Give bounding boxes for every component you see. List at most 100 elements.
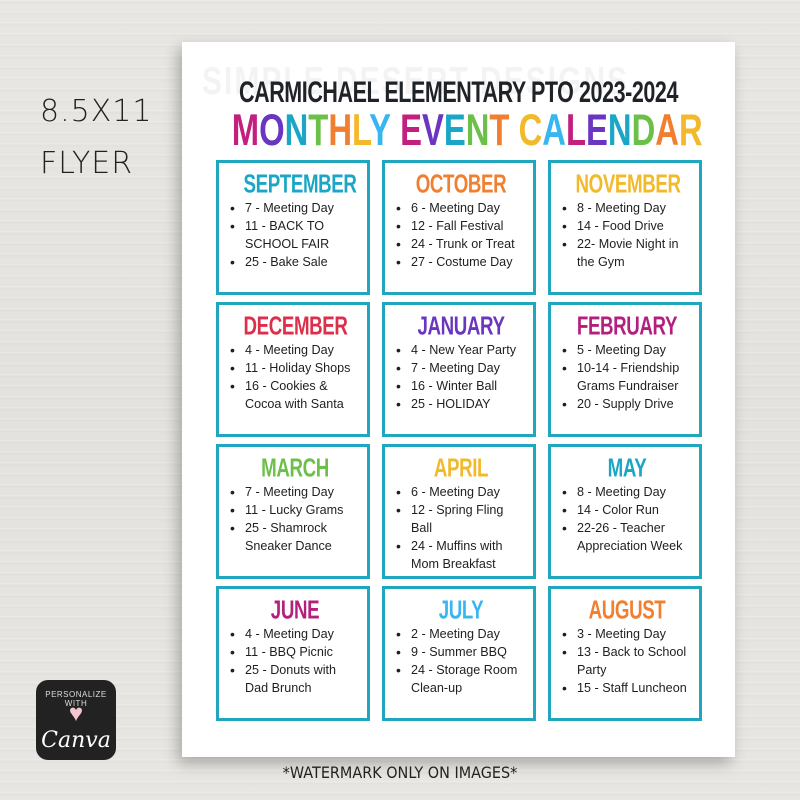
event-item: 4 - New Year Party xyxy=(395,341,527,359)
event-item: 11 - BACK TO SCHOOL FAIR xyxy=(229,217,361,253)
event-item: 27 - Costume Day xyxy=(395,253,527,271)
event-item: 14 - Color Run xyxy=(561,501,693,519)
event-item: 16 - Winter Ball xyxy=(395,377,527,395)
event-item: 3 - Meeting Day xyxy=(561,625,693,643)
event-item: 14 - Food Drive xyxy=(561,217,693,235)
canva-badge: PERSONALIZE WITH ♥ Canva xyxy=(36,680,116,760)
event-list: 7 - Meeting Day11 - Lucky Grams25 - Sham… xyxy=(229,483,361,555)
event-item: 12 - Fall Festival xyxy=(395,217,527,235)
event-item: 5 - Meeting Day xyxy=(561,341,693,359)
event-item: 13 - Back to School Party xyxy=(561,643,693,679)
title-letter: O xyxy=(259,106,285,156)
event-item: 7 - Meeting Day xyxy=(229,483,361,501)
event-list: 6 - Meeting Day12 - Spring Fling Ball24 … xyxy=(395,483,527,573)
month-name: NOVEMBER xyxy=(575,169,681,200)
title-letter: N xyxy=(284,106,309,156)
event-item: 22-26 - Teacher Appreciation Week xyxy=(561,519,693,555)
month-grid: SEPTEMBER7 - Meeting Day11 - BACK TO SCH… xyxy=(216,160,702,721)
title-letter: Y xyxy=(369,106,391,156)
title-letter: A xyxy=(542,106,566,156)
month-name: FEBRUARY xyxy=(576,311,678,342)
month-name: MARCH xyxy=(261,453,329,484)
flyer-title: MONTHLY EVENT CALENDAR xyxy=(231,106,703,156)
month-box-november: NOVEMBER8 - Meeting Day14 - Food Drive22… xyxy=(548,160,702,295)
title-letter: N xyxy=(607,106,632,156)
month-box-july: JULY2 - Meeting Day9 - Summer BBQ24 - St… xyxy=(382,586,536,721)
calendar-flyer: SIMPLE DESERT DESIGNS CARMICHAEL ELEMENT… xyxy=(182,42,735,757)
size-text: 8.5X11 xyxy=(40,94,153,129)
month-name: AUGUST xyxy=(588,595,666,626)
title-letter: M xyxy=(231,106,260,156)
month-name: SEPTEMBER xyxy=(243,169,357,200)
month-name: APRIL xyxy=(433,453,489,484)
event-item: 11 - Holiday Shops xyxy=(229,359,361,377)
month-box-september: SEPTEMBER7 - Meeting Day11 - BACK TO SCH… xyxy=(216,160,370,295)
title-letter: V xyxy=(421,106,444,156)
month-box-february: FEBRUARY5 - Meeting Day10-14 - Friendshi… xyxy=(548,302,702,437)
heart-icon: ♥ xyxy=(68,700,84,727)
month-box-april: APRIL6 - Meeting Day12 - Spring Fling Ba… xyxy=(382,444,536,579)
month-box-june: JUNE4 - Meeting Day11 - BBQ Picnic25 - D… xyxy=(216,586,370,721)
event-list: 6 - Meeting Day12 - Fall Festival24 - Tr… xyxy=(395,199,527,271)
event-item: 12 - Spring Fling Ball xyxy=(395,501,527,537)
watermark-note: *WATERMARK ONLY ON IMAGES* xyxy=(282,763,518,782)
event-item: 25 - Bake Sale xyxy=(229,253,361,271)
title-letter: L xyxy=(565,106,586,156)
event-item: 25 - Donuts with Dad Brunch xyxy=(229,661,361,697)
month-name: MAY xyxy=(607,453,647,484)
event-item: 20 - Supply Drive xyxy=(561,395,693,413)
event-item: 10-14 - Friendship Grams Fundraiser xyxy=(561,359,693,395)
month-box-march: MARCH7 - Meeting Day11 - Lucky Grams25 -… xyxy=(216,444,370,579)
title-letter: N xyxy=(465,106,490,156)
title-letter: T xyxy=(308,106,329,156)
event-list: 4 - Meeting Day11 - BBQ Picnic25 - Donut… xyxy=(229,625,361,697)
flyer-text: FLYER xyxy=(40,146,134,181)
title-letter: E xyxy=(585,106,608,156)
event-item: 6 - Meeting Day xyxy=(395,483,527,501)
month-name: DECEMBER xyxy=(243,311,348,342)
month-box-august: AUGUST3 - Meeting Day13 - Back to School… xyxy=(548,586,702,721)
title-letter: R xyxy=(678,106,703,156)
month-name: JANUARY xyxy=(417,311,505,342)
event-list: 8 - Meeting Day14 - Color Run22-26 - Tea… xyxy=(561,483,693,555)
event-item: 9 - Summer BBQ xyxy=(395,643,527,661)
title-letter: H xyxy=(328,106,353,156)
month-box-december: DECEMBER4 - Meeting Day11 - Holiday Shop… xyxy=(216,302,370,437)
event-list: 5 - Meeting Day10-14 - Friendship Grams … xyxy=(561,341,693,413)
month-box-january: JANUARY4 - New Year Party7 - Meeting Day… xyxy=(382,302,536,437)
event-list: 4 - New Year Party7 - Meeting Day16 - Wi… xyxy=(395,341,527,413)
event-item: 24 - Trunk or Treat xyxy=(395,235,527,253)
event-item: 24 - Storage Room Clean-up xyxy=(395,661,527,697)
month-box-october: OCTOBER6 - Meeting Day12 - Fall Festival… xyxy=(382,160,536,295)
event-list: 8 - Meeting Day14 - Food Drive22- Movie … xyxy=(561,199,693,271)
title-letter xyxy=(391,106,400,155)
event-item: 22- Movie Night in the Gym xyxy=(561,235,693,271)
flyer-size-label: 8.5X11 FLYER xyxy=(40,86,152,190)
event-item: 11 - Lucky Grams xyxy=(229,501,361,519)
title-letter: E xyxy=(443,106,466,156)
event-list: 7 - Meeting Day11 - BACK TO SCHOOL FAIR2… xyxy=(229,199,361,271)
month-name: OCTOBER xyxy=(415,169,507,200)
event-item: 4 - Meeting Day xyxy=(229,625,361,643)
event-item: 7 - Meeting Day xyxy=(229,199,361,217)
month-name: JUNE xyxy=(270,595,320,626)
canva-logo: Canva xyxy=(41,728,111,753)
event-item: 11 - BBQ Picnic xyxy=(229,643,361,661)
event-item: 25 - Shamrock Sneaker Dance xyxy=(229,519,361,555)
event-item: 7 - Meeting Day xyxy=(395,359,527,377)
month-box-may: MAY8 - Meeting Day14 - Color Run22-26 - … xyxy=(548,444,702,579)
month-name: JULY xyxy=(438,595,484,626)
event-list: 4 - Meeting Day11 - Holiday Shops16 - Co… xyxy=(229,341,361,413)
event-item: 24 - Muffins with Mom Breakfast xyxy=(395,537,527,573)
event-item: 8 - Meeting Day xyxy=(561,199,693,217)
event-list: 2 - Meeting Day9 - Summer BBQ24 - Storag… xyxy=(395,625,527,697)
title-letter: A xyxy=(655,106,679,156)
event-item: 2 - Meeting Day xyxy=(395,625,527,643)
title-letter xyxy=(509,106,518,155)
title-letter: T xyxy=(489,106,510,156)
title-letter: L xyxy=(352,106,370,156)
event-item: 4 - Meeting Day xyxy=(229,341,361,359)
event-item: 15 - Staff Luncheon xyxy=(561,679,693,697)
event-list: 3 - Meeting Day13 - Back to School Party… xyxy=(561,625,693,697)
event-item: 8 - Meeting Day xyxy=(561,483,693,501)
